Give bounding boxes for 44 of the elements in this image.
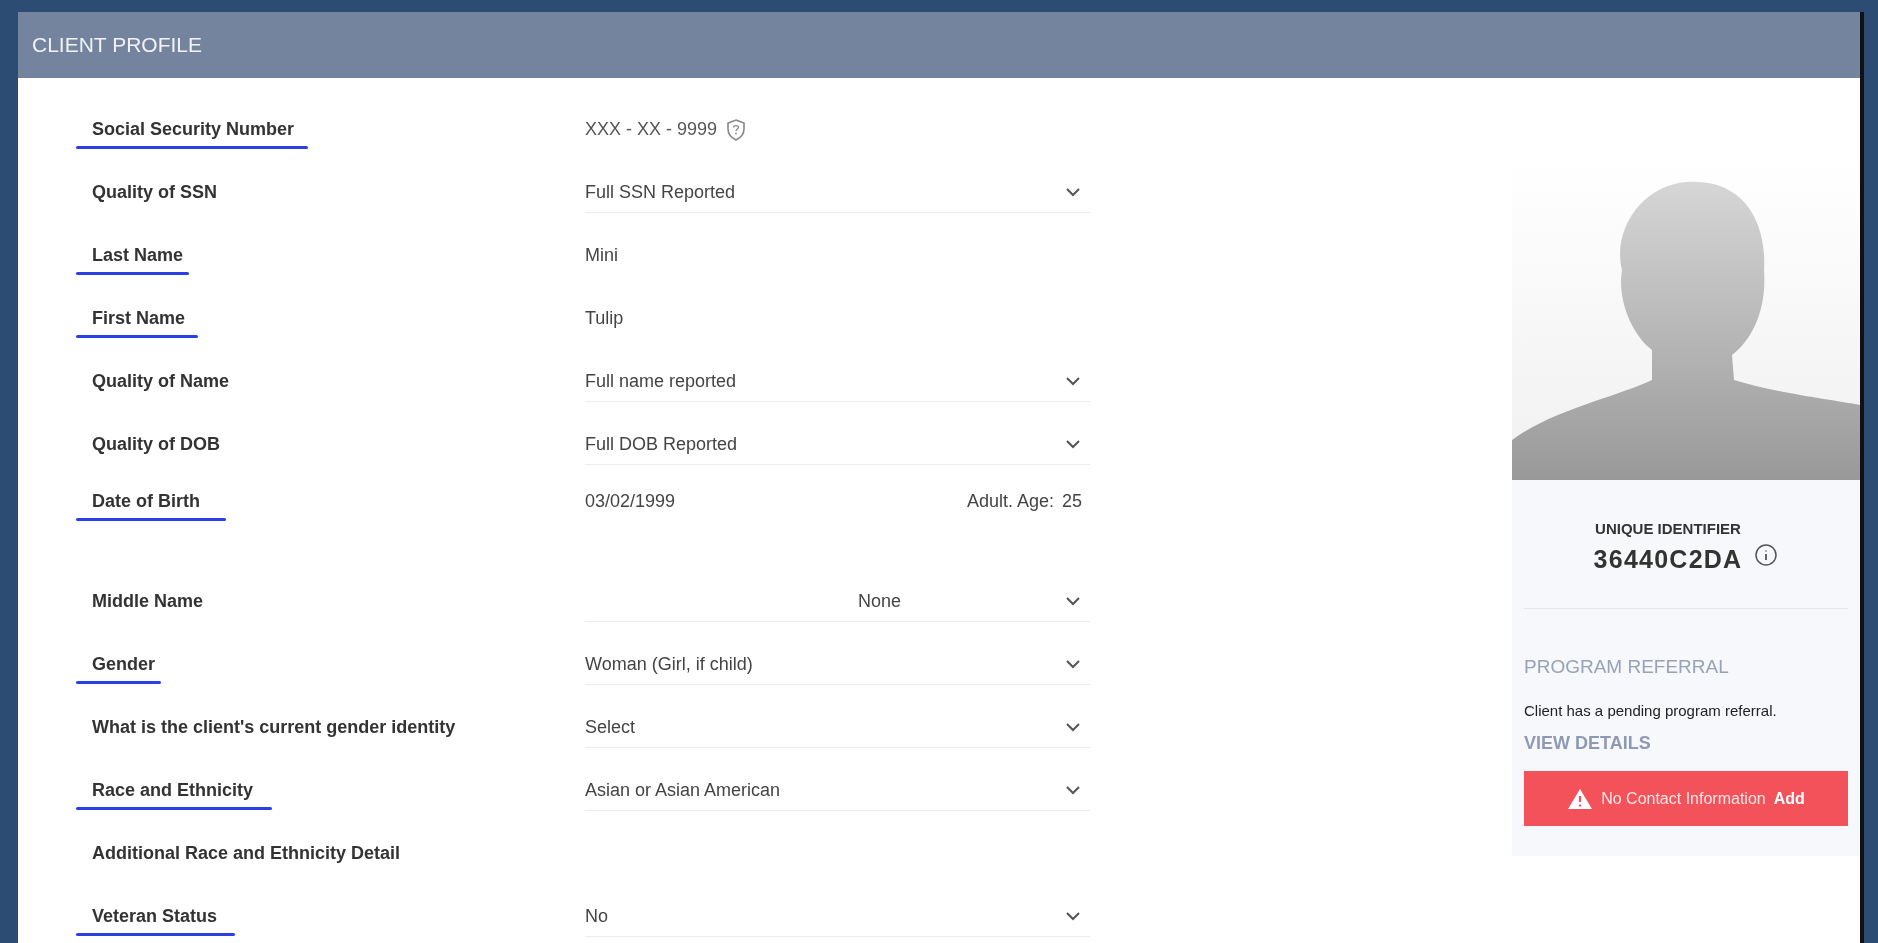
field-label: What is the client's current gender identity [92, 716, 456, 739]
field-label: Social Security Number [92, 118, 295, 141]
field-label: Quality of Name [92, 370, 230, 393]
field-label: Veteran Status [92, 905, 218, 928]
field-label: Quality of DOB [92, 433, 220, 456]
chevron-down-icon [1064, 910, 1082, 922]
dropdown-field[interactable]: Full name reported [585, 361, 1090, 402]
field-label: Gender [92, 653, 156, 676]
header-title: CLIENT PROFILE [32, 32, 202, 59]
field-label: Additional Race and Ethnicity Detail [92, 842, 401, 865]
field-value: 03/02/1999 [585, 490, 676, 513]
info-icon[interactable] [1754, 543, 1779, 567]
dropdown-field[interactable]: Full DOB Reported [585, 424, 1090, 465]
dropdown-field[interactable]: Woman (Girl, if child) [585, 644, 1090, 685]
field-label: Middle Name [92, 590, 204, 613]
section-title: PROGRAM REFERRAL [1524, 655, 1730, 679]
chevron-down-icon [1064, 658, 1082, 670]
dropdown-field[interactable]: Asian or Asian American [585, 770, 1090, 811]
chevron-down-icon [1064, 595, 1082, 607]
dropdown-field[interactable]: Full SSN Reported [585, 172, 1090, 213]
field-label: First Name [92, 307, 186, 330]
age-value: 25 [1061, 490, 1082, 513]
field-label: Date of Birth [92, 490, 200, 513]
chevron-down-icon [1064, 186, 1082, 198]
dropdown-field[interactable]: No [585, 896, 1090, 937]
field-value: Tulip [585, 308, 624, 328]
field-value: Mini [585, 245, 618, 265]
dropdown-field[interactable]: None [585, 581, 1090, 622]
identifier-label: UNIQUE IDENTIFIER [1595, 519, 1741, 539]
chevron-down-icon [1064, 784, 1082, 796]
chevron-down-icon [1064, 375, 1082, 387]
alert-text: No Contact Information [1601, 788, 1766, 809]
chevron-down-icon [1064, 721, 1082, 733]
warning-icon [1567, 787, 1594, 810]
shield-icon [725, 117, 748, 142]
age-label: Adult. Age: [966, 490, 1054, 513]
identifier-value: 36440C2DA [1593, 543, 1743, 575]
field-label: Last Name [92, 244, 184, 267]
field-label: Race and Ethnicity [92, 779, 254, 802]
field-label: Quality of SSN [92, 181, 217, 204]
chevron-down-icon [1064, 438, 1082, 450]
referral-text: Client has a pending program referral. [1524, 700, 1778, 721]
dropdown-field[interactable]: Select [585, 707, 1090, 748]
field-value: XXX - XX - 9999 [585, 118, 718, 141]
